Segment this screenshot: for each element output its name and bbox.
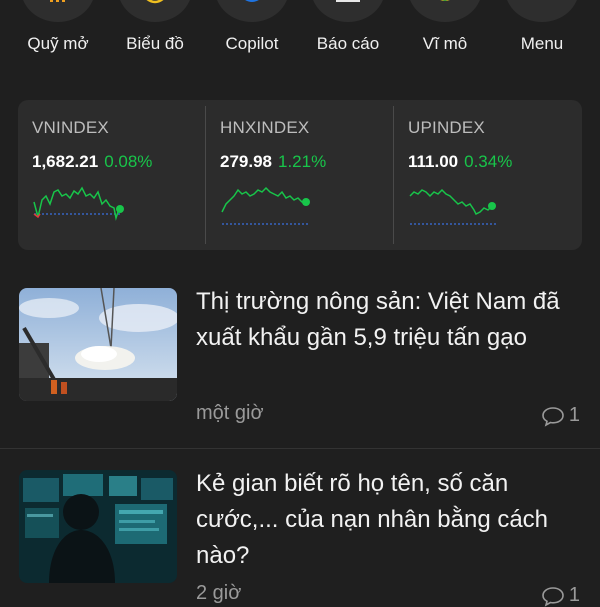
index-change: 0.08%	[104, 152, 153, 171]
index-sparkline	[33, 186, 124, 221]
comment-icon	[542, 586, 564, 607]
index-value: 1,682.21 0.08%	[32, 152, 152, 172]
index-name: UPINDEX	[408, 118, 485, 137]
index-value-number: 1,682.21	[32, 152, 99, 171]
copilot-icon	[245, 0, 259, 2]
hacker-image[interactable]	[19, 470, 177, 583]
news-comments[interactable]: 1	[541, 404, 580, 427]
index-sparkline	[221, 186, 310, 225]
news-time: một giờ	[196, 402, 264, 424]
shortcut-label: Báo cáo	[316, 34, 380, 53]
market-index-card: VNINDEX 1,682.21 0.08% HNXINDEX 279.98 1.2…	[18, 100, 582, 250]
chart-icon	[146, 0, 164, 4]
news-separator	[0, 448, 600, 449]
news-item[interactable]: Thị trường nông sản: Việt Nam đã xuất kh…	[0, 270, 600, 450]
shortcut-label: Copilot	[225, 34, 279, 53]
index-name: VNINDEX	[32, 118, 109, 137]
news-comment-count: 1	[568, 584, 580, 606]
index-change: 1.21%	[278, 152, 327, 171]
news-comment-count: 1	[568, 404, 580, 426]
menu-icon	[527, 0, 557, 6]
index-vnindex[interactable]: VNINDEX 1,682.21 0.08%	[18, 100, 204, 250]
index-value-number: 279.98	[220, 152, 272, 171]
news-thumbnail-art	[19, 288, 177, 401]
shortcut-bar: Quỹ mở Biểu đồ Copilot Báo cáo Vĩ mô Men…	[0, 0, 600, 70]
report-icon	[336, 0, 360, 2]
shortcut-label: Biểu đồ	[126, 34, 184, 53]
macro-icon	[440, 0, 450, 1]
shortcut-label: Vĩ mô	[422, 34, 468, 53]
news-thumbnail-art	[19, 470, 177, 583]
index-sparkline	[409, 188, 496, 225]
index-change: 0.34%	[464, 152, 513, 171]
index-upindex[interactable]: UPINDEX 111.00 0.34%	[394, 100, 580, 250]
fund-icon	[50, 0, 65, 2]
rice-export-image[interactable]	[19, 288, 177, 401]
shortcut-label: Menu	[520, 34, 564, 53]
index-value: 111.00 0.34%	[408, 152, 512, 172]
news-title[interactable]: Thị trường nông sản: Việt Nam đã xuất kh…	[196, 284, 586, 356]
index-value-number: 111.00	[408, 152, 459, 171]
news-title[interactable]: Kẻ gian biết rõ họ tên, số căn cước,... …	[196, 466, 586, 574]
index-name: HNXINDEX	[220, 118, 310, 137]
index-value: 279.98 1.21%	[220, 152, 326, 172]
comment-icon	[542, 406, 564, 427]
news-comments[interactable]: 1	[541, 584, 580, 607]
news-time: 2 giờ	[196, 582, 242, 604]
index-hnxindex[interactable]: HNXINDEX 279.98 1.21%	[206, 100, 392, 250]
shortcut-label: Quỹ mở	[27, 34, 89, 53]
news-item[interactable]: Kẻ gian biết rõ họ tên, số căn cước,... …	[0, 452, 600, 607]
